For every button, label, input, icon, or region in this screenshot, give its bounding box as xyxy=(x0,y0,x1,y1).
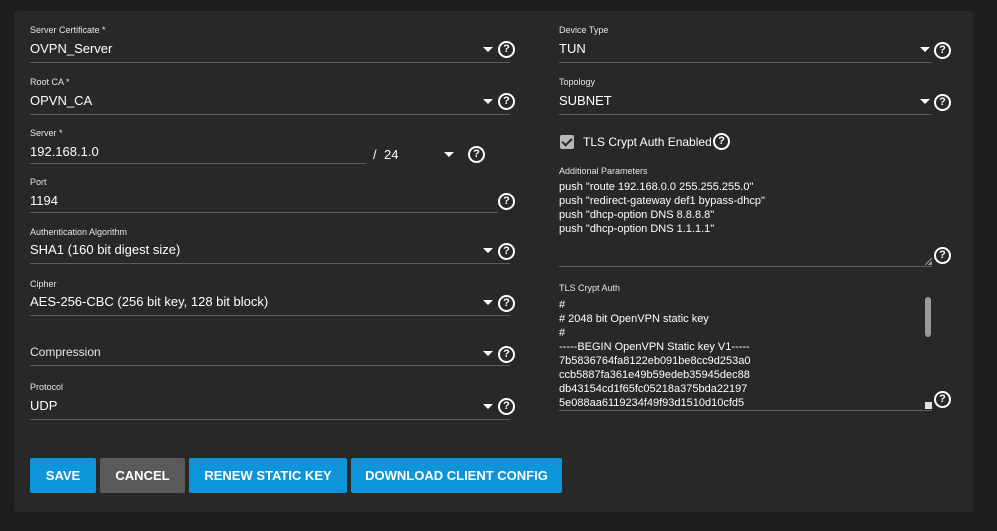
netmask-select[interactable]: 24 xyxy=(384,141,456,165)
chevron-down-icon[interactable] xyxy=(483,248,493,253)
root-ca-value: OPVN_CA xyxy=(30,93,93,108)
protocol-select[interactable]: Protocol UDP xyxy=(30,382,510,422)
device-type-select[interactable]: Device Type TUN xyxy=(559,25,932,65)
additional-parameters-label: Additional Parameters xyxy=(559,166,648,176)
resize-handle-icon[interactable] xyxy=(925,258,932,265)
protocol-underline xyxy=(30,419,510,420)
topology-value: SUBNET xyxy=(559,93,612,108)
download-client-config-button[interactable]: DOWNLOAD CLIENT CONFIG xyxy=(351,458,562,493)
help-circle-icon[interactable]: ? xyxy=(498,41,515,58)
port-label: Port xyxy=(30,177,47,187)
chevron-down-icon[interactable] xyxy=(483,47,493,52)
tls-crypt-auth-enabled-checkbox[interactable] xyxy=(560,135,574,149)
chevron-down-icon[interactable] xyxy=(483,300,493,305)
topology-underline xyxy=(559,114,932,115)
chevron-down-icon[interactable] xyxy=(444,152,454,157)
help-circle-icon[interactable]: ? xyxy=(934,391,951,408)
port-input[interactable]: Port 1194 xyxy=(30,177,498,217)
protocol-value: UDP xyxy=(30,398,58,413)
tls-crypt-auth-label: TLS Crypt Auth xyxy=(559,283,621,293)
netmask-separator: / xyxy=(373,147,377,162)
device-type-value: TUN xyxy=(559,41,586,56)
port-underline xyxy=(30,212,498,213)
device-type-underline xyxy=(559,62,932,63)
cipher-select[interactable]: Cipher AES-256-CBC (256 bit key, 128 bit… xyxy=(30,279,510,319)
protocol-label: Protocol xyxy=(30,382,64,392)
authentication-algorithm-value: SHA1 (160 bit digest size) xyxy=(30,242,181,257)
root-ca-select[interactable]: Root CA * OPVN_CA xyxy=(30,77,510,117)
tls-crypt-auth-scrollbar[interactable] xyxy=(925,297,931,337)
server-underline xyxy=(30,163,366,164)
openvpn-server-form: Server Certificate * OVPN_Server ? Root … xyxy=(14,11,973,512)
cipher-underline xyxy=(30,315,510,316)
tls-crypt-auth-textarea[interactable]: # # 2048 bit OpenVPN static key # -----B… xyxy=(559,298,919,410)
server-certificate-value: OVPN_Server xyxy=(30,41,113,56)
cipher-label: Cipher xyxy=(30,279,57,289)
server-certificate-label: Server Certificate * xyxy=(30,25,106,35)
server-input[interactable]: Server * 192.168.1.0 xyxy=(30,128,366,168)
compression-underline xyxy=(30,365,510,366)
chevron-down-icon[interactable] xyxy=(483,99,493,104)
renew-static-key-button[interactable]: RENEW STATIC KEY xyxy=(189,458,347,493)
help-circle-icon[interactable]: ? xyxy=(468,146,485,163)
tls-crypt-auth-enabled-label[interactable]: TLS Crypt Auth Enabled xyxy=(583,135,712,149)
chevron-down-icon[interactable] xyxy=(483,404,493,409)
port-value: 1194 xyxy=(30,193,58,208)
authentication-algorithm-underline xyxy=(30,263,510,264)
save-button[interactable]: SAVE xyxy=(30,458,96,493)
help-circle-icon[interactable]: ? xyxy=(498,398,515,415)
netmask-value: 24 xyxy=(384,147,399,162)
tls-crypt-auth-underline xyxy=(559,410,932,411)
server-label: Server * xyxy=(30,128,63,138)
chevron-down-icon[interactable] xyxy=(483,351,493,356)
topology-label: Topology xyxy=(559,77,596,87)
additional-parameters-textarea[interactable]: push "route 192.168.0.0 255.255.255.0" p… xyxy=(559,180,929,264)
authentication-algorithm-select[interactable]: Authentication Algorithm SHA1 (160 bit d… xyxy=(30,227,510,267)
cipher-value: AES-256-CBC (256 bit key, 128 bit block) xyxy=(30,294,269,309)
help-circle-icon[interactable]: ? xyxy=(498,243,515,260)
resize-handle-icon[interactable] xyxy=(925,402,932,409)
chevron-down-icon[interactable] xyxy=(920,99,930,104)
device-type-label: Device Type xyxy=(559,25,609,35)
server-certificate-underline xyxy=(30,62,510,63)
root-ca-label: Root CA * xyxy=(30,77,70,87)
help-circle-icon[interactable]: ? xyxy=(498,346,515,363)
root-ca-underline xyxy=(30,114,510,115)
help-circle-icon[interactable]: ? xyxy=(934,42,951,59)
help-circle-icon[interactable]: ? xyxy=(498,93,515,110)
compression-placeholder: Compression xyxy=(30,345,101,359)
cancel-button[interactable]: CANCEL xyxy=(100,458,185,493)
help-circle-icon[interactable]: ? xyxy=(934,247,951,264)
server-value: 192.168.1.0 xyxy=(30,144,99,159)
topology-select[interactable]: Topology SUBNET xyxy=(559,77,932,117)
server-certificate-select[interactable]: Server Certificate * OVPN_Server xyxy=(30,25,510,65)
help-circle-icon[interactable]: ? xyxy=(498,193,515,210)
authentication-algorithm-label: Authentication Algorithm xyxy=(30,227,128,237)
additional-parameters-underline xyxy=(559,266,932,267)
help-circle-icon[interactable]: ? xyxy=(498,295,515,312)
help-circle-icon[interactable]: ? xyxy=(934,94,951,111)
compression-select[interactable]: Compression xyxy=(30,341,510,369)
help-circle-icon[interactable]: ? xyxy=(713,133,730,150)
chevron-down-icon[interactable] xyxy=(920,47,930,52)
